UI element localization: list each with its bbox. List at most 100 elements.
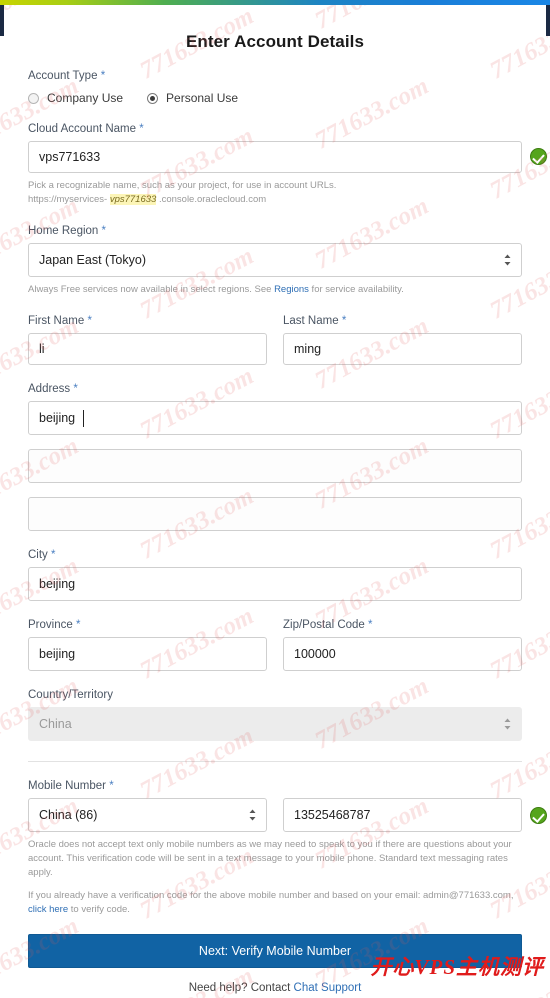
country-value: China	[39, 717, 72, 731]
last-name-input[interactable]	[283, 333, 522, 365]
address-line1-wrap	[28, 401, 522, 435]
first-name-input[interactable]	[28, 333, 267, 365]
first-name-label: First Name *	[28, 315, 267, 327]
country-field: Country/Territory China	[28, 689, 522, 741]
required-marker: *	[341, 315, 347, 327]
brand-gradient-bar	[0, 0, 550, 5]
zip-input[interactable]	[283, 637, 522, 671]
valid-check-icon	[530, 807, 547, 824]
city-label: City *	[28, 549, 522, 561]
account-type-field: Account Type * Company Use Personal Use	[28, 70, 522, 105]
footer-text: Need help? Contact	[188, 982, 294, 994]
address-label-text: Address	[28, 383, 71, 395]
cloud-account-name-help-line1: Pick a recognizable name, such as your p…	[28, 180, 337, 191]
zip-label-text: Zip/Postal Code	[283, 619, 365, 631]
radio-label-personal-use: Personal Use	[166, 91, 239, 105]
home-region-help: Always Free services now available in se…	[28, 283, 522, 297]
required-marker: *	[75, 619, 81, 631]
mobile-note-1: Oracle does not accept text only mobile …	[28, 839, 512, 878]
radio-option-company-use[interactable]: Company Use	[28, 91, 123, 105]
address-line2-input[interactable]	[28, 449, 522, 483]
url-prefix: https://myservices-	[28, 194, 108, 205]
last-name-label: Last Name *	[283, 315, 522, 327]
mobile-country-code-value: China (86)	[39, 808, 98, 822]
cloud-account-name-label-text: Cloud Account Name	[28, 123, 137, 135]
home-region-label-text: Home Region	[28, 225, 99, 237]
radio-option-personal-use[interactable]: Personal Use	[147, 91, 238, 105]
home-region-help-before: Always Free services now available in se…	[28, 284, 275, 295]
radio-icon-personal-use[interactable]	[147, 92, 159, 104]
country-select: China	[28, 707, 522, 741]
cloud-account-name-input[interactable]	[28, 141, 522, 173]
cloud-account-name-input-wrap	[28, 141, 547, 173]
account-type-radio-group: Company Use Personal Use	[28, 91, 522, 105]
home-region-value: Japan East (Tokyo)	[39, 253, 146, 267]
text-caret	[83, 410, 84, 427]
required-marker: *	[139, 123, 144, 135]
cloud-account-name-help: Pick a recognizable name, such as your p…	[28, 179, 522, 207]
country-label: Country/Territory	[28, 689, 113, 701]
home-region-label: Home Region *	[28, 225, 522, 237]
province-label: Province *	[28, 619, 267, 631]
cloud-account-name-field: Cloud Account Name * Pick a recognizable…	[28, 123, 547, 207]
required-marker: *	[87, 315, 92, 327]
last-name-field: Last Name *	[283, 315, 522, 365]
chevron-updown-icon	[503, 717, 512, 731]
window-edge-left	[0, 4, 4, 36]
first-name-label-text: First Name	[28, 315, 85, 327]
required-marker: *	[51, 549, 56, 561]
valid-check-icon	[530, 148, 547, 165]
chevron-updown-icon	[248, 808, 257, 822]
section-divider	[28, 761, 522, 762]
window-edge-right	[546, 4, 550, 36]
cloud-account-name-url-preview: https://myservices- vps771633 .console.o…	[28, 193, 522, 207]
mobile-note-2: If you already have a verification code …	[28, 889, 522, 917]
chat-support-link[interactable]: Chat Support	[294, 982, 362, 994]
click-here-link[interactable]: click here	[28, 904, 68, 915]
first-name-field: First Name *	[28, 315, 267, 365]
radio-icon-company-use[interactable]	[28, 92, 39, 104]
mobile-country-code-select[interactable]: China (86)	[28, 798, 267, 832]
mobile-country-col: China (86)	[28, 798, 267, 832]
city-input[interactable]	[28, 567, 522, 601]
province-label-text: Province	[28, 619, 73, 631]
last-name-label-text: Last Name	[283, 315, 339, 327]
chevron-updown-icon	[503, 253, 512, 267]
account-details-form: Enter Account Details Account Type * Com…	[0, 5, 550, 998]
page-title: Enter Account Details	[185, 32, 365, 51]
required-marker: *	[73, 383, 78, 395]
home-region-field: Home Region * Japan East (Tokyo) Always …	[28, 225, 522, 297]
required-marker: *	[109, 780, 114, 792]
mobile-number-input[interactable]	[283, 798, 522, 832]
zip-label: Zip/Postal Code *	[283, 619, 522, 631]
province-input[interactable]	[28, 637, 267, 671]
province-field: Province *	[28, 619, 267, 671]
address-line3-input[interactable]	[28, 497, 522, 531]
zip-field: Zip/Postal Code *	[283, 619, 522, 671]
radio-label-company-use: Company Use	[47, 91, 124, 105]
regions-link[interactable]: Regions	[274, 284, 309, 295]
url-suffix: .console.oraclecloud.com	[158, 194, 267, 205]
mobile-note-2-before: If you already have a verification code …	[28, 890, 514, 901]
footer-help: Need help? Contact Chat Support	[28, 982, 522, 994]
mobile-number-col	[283, 798, 547, 832]
cloud-account-name-label: Cloud Account Name *	[28, 123, 522, 135]
mobile-note-2-after: to verify code.	[68, 904, 130, 915]
required-marker: *	[368, 619, 373, 631]
province-zip-row: Province * Zip/Postal Code *	[28, 619, 522, 671]
required-marker: *	[101, 225, 107, 237]
account-type-label: Account Type *	[28, 70, 522, 82]
mobile-label: Mobile Number *	[28, 780, 522, 792]
address-label: Address *	[28, 383, 522, 395]
home-region-select[interactable]: Japan East (Tokyo)	[28, 243, 522, 277]
mobile-label-text: Mobile Number	[28, 780, 106, 792]
home-region-help-after: for service availability.	[308, 284, 404, 295]
city-field: City *	[28, 549, 522, 601]
address-field: Address *	[28, 383, 522, 531]
address-line1-input[interactable]	[28, 401, 522, 435]
mobile-field: Mobile Number * China (86) Oracle does n…	[28, 780, 547, 917]
url-highlight: vps771633	[109, 194, 157, 205]
account-type-label-text: Account Type	[28, 70, 98, 82]
required-marker: *	[100, 70, 106, 82]
brand-watermark: 开心VPS主机测评	[370, 955, 544, 979]
